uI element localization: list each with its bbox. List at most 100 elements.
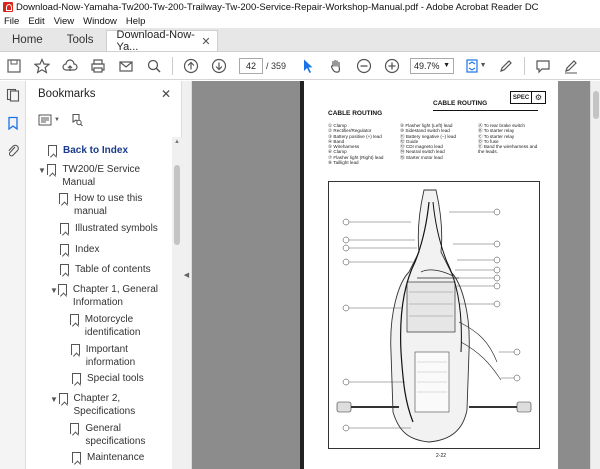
close-panel-icon[interactable]: ✕: [161, 87, 171, 101]
spec-badge: SPEC: [510, 91, 532, 104]
menu-bar: File Edit View Window Help: [0, 14, 600, 28]
menu-help[interactable]: Help: [126, 16, 146, 27]
pages-icon: [6, 88, 20, 102]
upload-button[interactable]: [56, 52, 84, 80]
bookmark-label: TW200/E Service Manual: [62, 164, 141, 188]
bookmark-options-button[interactable]: ▼: [38, 114, 60, 126]
cloud-upload-icon: [62, 58, 78, 71]
menu-edit[interactable]: Edit: [28, 16, 44, 27]
panel-collapse-handle[interactable]: ◀: [182, 81, 192, 469]
bookmark-icon: [57, 284, 67, 295]
bookmark-item[interactable]: ▼ Chapter 1, General Information: [50, 284, 168, 309]
plus-circle-icon: [384, 58, 400, 73]
legend-column-1: ① Clamp ② Rectifier/Regulator ③ Battery …: [328, 123, 383, 165]
tab-home[interactable]: Home: [0, 28, 55, 51]
collapse-chevron-icon[interactable]: ▼: [50, 394, 59, 407]
search-icon: [147, 59, 161, 73]
bookmark-item[interactable]: Table of contents: [50, 264, 168, 277]
comment-button[interactable]: [529, 52, 557, 80]
attachments-button[interactable]: [0, 137, 26, 165]
more-tools-button[interactable]: [492, 52, 520, 80]
window-title: Download-Now-Yamaha-Tw200-Tw-200-Trailwa…: [16, 1, 539, 13]
menu-window[interactable]: Window: [83, 16, 117, 27]
bookmark-label: Index: [75, 244, 100, 255]
next-page-button[interactable]: [205, 52, 233, 80]
bookmark-item[interactable]: Special tools: [62, 373, 168, 386]
bookmarks-scrollbar[interactable]: ▲: [172, 137, 182, 469]
previous-page-button[interactable]: [177, 52, 205, 80]
legend-entry: ⑩ Sidestand switch lead: [400, 128, 450, 134]
star-icon: [34, 57, 50, 74]
cable-routing-diagram: [328, 181, 540, 449]
arrow-down-circle-icon: [211, 58, 227, 73]
hand-tool-button[interactable]: [322, 52, 350, 80]
toolbar: 42 / 359 49.7% ▼ ▼: [0, 52, 600, 80]
bookmarks-panel-button[interactable]: [0, 109, 26, 137]
fit-page-icon: [465, 58, 478, 73]
collapse-chevron-icon[interactable]: ▼: [38, 165, 47, 178]
scrollbar-thumb[interactable]: [593, 91, 599, 119]
bookmark-icon: [70, 423, 80, 434]
bookmark-label: How to use this manual: [74, 193, 143, 217]
bookmarks-panel: Bookmarks ✕ ▼ Back to Index ▼ TW200/E Se…: [26, 81, 182, 469]
bookmark-item[interactable]: Maintenance: [62, 452, 168, 465]
close-tab-icon[interactable]: ✕: [201, 35, 210, 48]
tab-document[interactable]: Download-Now-Ya... ✕: [105, 29, 218, 53]
pen-icon: [500, 59, 512, 72]
scrollbar-thumb[interactable]: [174, 165, 180, 245]
tab-tools[interactable]: Tools: [55, 28, 106, 51]
sign-button[interactable]: [557, 52, 585, 80]
page-count: / 359: [266, 60, 287, 71]
menu-file[interactable]: File: [4, 16, 19, 27]
bookmark-item[interactable]: How to use this manual: [50, 193, 168, 218]
document-viewport[interactable]: CABLE ROUTING SPEC ⚙ CABLE ROUTING ① Cla…: [192, 81, 600, 469]
bookmark-item[interactable]: Back to Index: [38, 145, 168, 158]
cursor-arrow-icon: [304, 59, 313, 73]
chevron-down-icon: ▼: [443, 62, 451, 69]
document-scrollbar[interactable]: [590, 81, 600, 469]
bookmark-icon: [58, 393, 68, 404]
zoom-out-button[interactable]: [350, 52, 378, 80]
navigation-rail: [0, 81, 26, 469]
collapse-chevron-icon[interactable]: ▼: [50, 285, 58, 298]
section-title: CABLE ROUTING: [328, 110, 383, 117]
tab-document-label: Download-Now-Ya...: [116, 29, 195, 53]
print-button[interactable]: [84, 52, 112, 80]
save-button[interactable]: [0, 52, 28, 80]
chevron-left-icon: ◀: [183, 272, 190, 279]
legend-entry: ⑧ Taillight lead: [328, 160, 359, 166]
find-bookmark-button[interactable]: [70, 113, 84, 127]
bookmark-item[interactable]: Motorcycle identification: [62, 314, 168, 339]
bookmark-item[interactable]: General specifications: [62, 423, 168, 448]
bookmark-item[interactable]: Index: [50, 244, 168, 257]
scroll-up-icon[interactable]: ▲: [174, 139, 180, 145]
bookmark-icon: [72, 373, 81, 384]
zoom-level-select[interactable]: 49.7% ▼: [410, 57, 455, 74]
select-tool-button[interactable]: [294, 52, 322, 80]
bookmark-label: Back to Index: [63, 145, 129, 156]
page-number-input[interactable]: 42: [239, 57, 263, 74]
page-thumbnails-button[interactable]: [0, 81, 26, 109]
bookmark-label: Illustrated symbols: [75, 223, 158, 234]
toolbar-divider: [524, 56, 526, 75]
bookmark-icon: [8, 116, 18, 130]
motorcycle-frame-illustration: [336, 189, 532, 443]
bookmark-label: Maintenance: [87, 452, 145, 463]
bookmark-item[interactable]: Illustrated symbols: [50, 223, 168, 236]
bookmark-item[interactable]: ▼ Chapter 2, Specifications: [50, 393, 168, 418]
bookmark-icon: [60, 244, 69, 255]
wrench-icon: ⚙: [532, 91, 546, 104]
bookmark-icon: [72, 452, 81, 463]
search-button[interactable]: [140, 52, 168, 80]
email-button[interactable]: [112, 52, 140, 80]
menu-view[interactable]: View: [54, 16, 74, 27]
bookmark-star-button[interactable]: [28, 52, 56, 80]
fit-page-button[interactable]: ▼: [458, 52, 492, 80]
arrow-up-circle-icon: [183, 58, 199, 73]
zoom-in-button[interactable]: [378, 52, 406, 80]
bookmark-item[interactable]: ▼ TW200/E Service Manual: [38, 164, 168, 189]
printer-icon: [91, 58, 105, 73]
bookmark-item[interactable]: Important information: [62, 344, 168, 369]
paperclip-icon: [8, 144, 19, 157]
toolbar-divider: [172, 56, 173, 75]
